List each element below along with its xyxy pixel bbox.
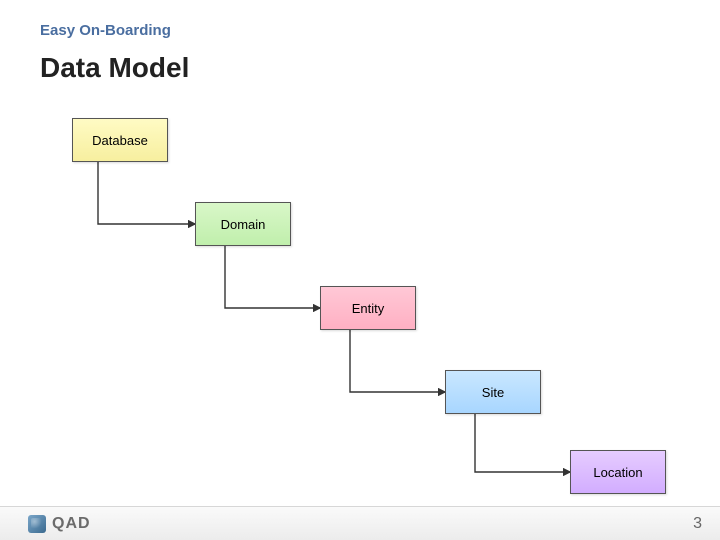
page-number: 3	[693, 515, 702, 533]
hierarchy-diagram: Database Domain Entity Site Location	[0, 0, 720, 540]
node-site: Site	[445, 370, 541, 414]
node-location: Location	[570, 450, 666, 494]
footer-bar: QAD 3	[0, 506, 720, 540]
node-entity: Entity	[320, 286, 416, 330]
logo-icon	[28, 515, 46, 533]
node-database: Database	[72, 118, 168, 162]
brand-logo: QAD	[28, 515, 91, 533]
node-domain: Domain	[195, 202, 291, 246]
slide: { "header": { "subtitle": "Easy On-Board…	[0, 0, 720, 540]
logo-text: QAD	[52, 515, 91, 533]
